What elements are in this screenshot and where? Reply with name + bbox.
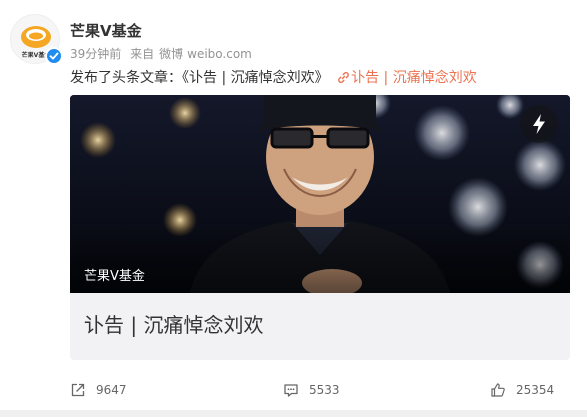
comment-icon [284, 384, 298, 397]
avatar[interactable]: 芒果V基金 [10, 14, 63, 65]
card-source: 芒果V基金 [84, 269, 145, 284]
post-text-content: 发布了头条文章：《讣告 | 沉痛悼念刘欢》 [70, 70, 329, 86]
repost-button[interactable]: 9647 [70, 372, 127, 408]
source-prefix: 来自 [130, 47, 155, 61]
article-cover-image[interactable]: 芒果V基金 [70, 95, 570, 293]
article-card[interactable]: 芒果V基金 讣告 | 沉痛悼念刘欢 [70, 95, 570, 360]
source-app: 微博 [159, 47, 184, 61]
post-text: 发布了头条文章：《讣告 | 沉痛悼念刘欢》 讣告 | 沉痛悼念刘欢 [70, 67, 477, 87]
link-icon [338, 72, 349, 83]
repost-icon [71, 383, 85, 397]
user-name[interactable]: 芒果V基金 [70, 20, 142, 41]
verified-badge-icon [45, 47, 63, 65]
like-button[interactable]: 25354 [490, 372, 554, 408]
card-title[interactable]: 讣告 | 沉痛悼念刘欢 [84, 309, 263, 338]
cover-photo [70, 95, 570, 293]
article-link[interactable]: 讣告 | 沉痛悼念刘欢 [337, 70, 477, 86]
comment-button[interactable]: 5533 [283, 372, 340, 408]
source-site: weibo.com [187, 47, 252, 61]
like-icon [491, 383, 505, 397]
lightning-icon [533, 114, 545, 134]
post-actions: 9647 5533 25354 [0, 372, 587, 408]
divider [0, 410, 587, 417]
lightning-button[interactable] [520, 105, 558, 143]
like-count: 25354 [516, 383, 555, 397]
comment-count: 5533 [309, 383, 340, 397]
post-time[interactable]: 39分钟前 [70, 47, 121, 61]
post-meta: 39分钟前 来自 微博 weibo.com [70, 45, 257, 62]
article-link-text[interactable]: 讣告 | 沉痛悼念刘欢 [351, 70, 477, 86]
weibo-post: 芒果V基金 芒果V基金 39分钟前 来自 微博 weibo.com 发布了头条文章：… [0, 0, 587, 417]
repost-count: 9647 [96, 383, 127, 397]
